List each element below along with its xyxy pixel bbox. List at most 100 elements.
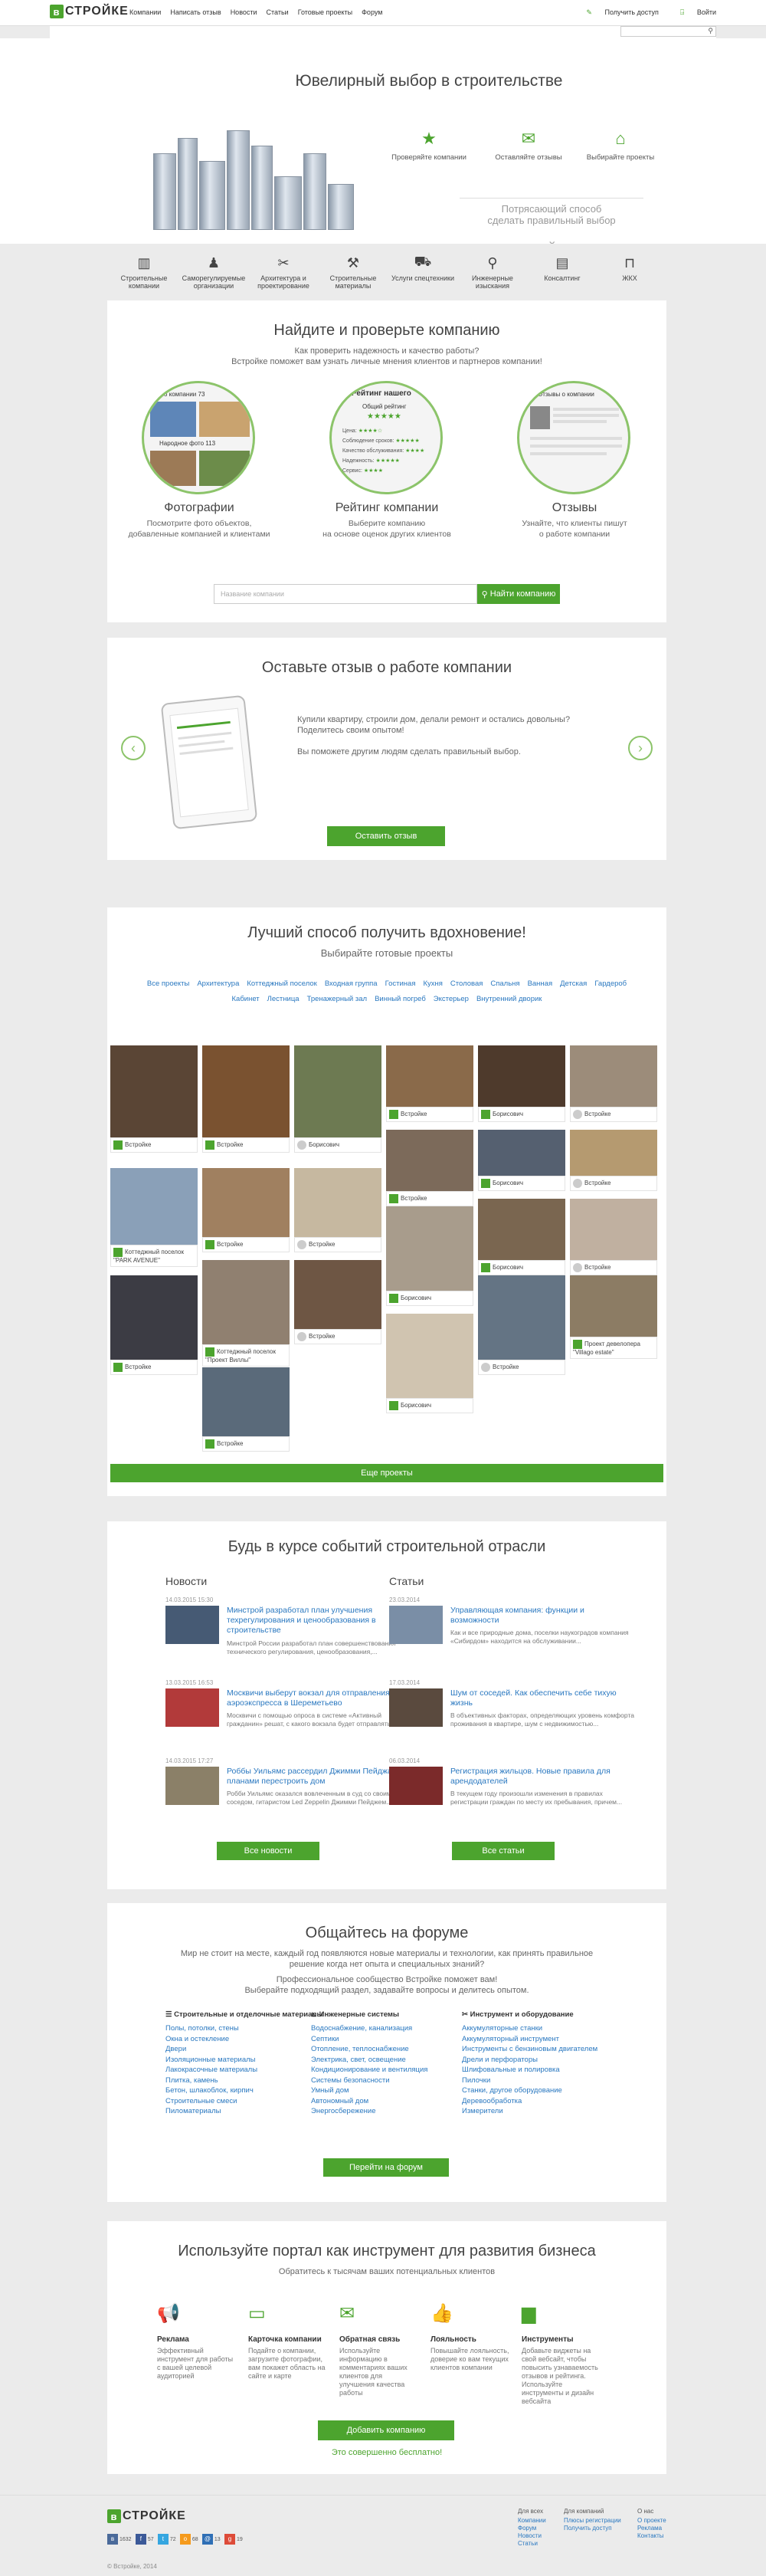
project-photo[interactable] (110, 1168, 198, 1245)
forum-topic-link[interactable]: Дрели и перфораторы (462, 2055, 630, 2066)
login-link[interactable]: ⍈ Войти (669, 8, 716, 16)
project-tag[interactable]: Ванная (528, 980, 553, 988)
project-photo[interactable] (110, 1275, 198, 1360)
project-tag[interactable]: Детская (560, 980, 587, 988)
forum-topic-link[interactable]: Инструменты с бензиновым двигателем (462, 2044, 630, 2055)
project-tag[interactable]: Гостиная (385, 980, 416, 988)
forum-topic-link[interactable]: Шлифовальные и полировка (462, 2065, 630, 2076)
category-construction[interactable]: ▥ Строительные компании (111, 254, 177, 290)
footer-link[interactable]: О проекте (637, 2517, 676, 2525)
project-tag[interactable]: Кухня (423, 980, 442, 988)
project-photo[interactable] (294, 1168, 381, 1237)
forum-topic-link[interactable]: Окна и остекление (165, 2034, 334, 2045)
all-news-button[interactable]: Все новости (217, 1842, 319, 1860)
footer-link[interactable]: Реклама (637, 2525, 676, 2532)
category-machinery[interactable]: ⛟ Услуги спецтехники (390, 254, 456, 282)
project-tag[interactable]: Тренажерный зал (307, 995, 368, 1003)
google-plus-icon[interactable]: g (224, 2534, 235, 2545)
go-to-forum-button[interactable]: Перейти на форум (323, 2158, 449, 2177)
project-photo[interactable] (478, 1275, 565, 1360)
footer-link[interactable]: Статьи (518, 2540, 564, 2548)
odnoklassniki-icon[interactable]: о (179, 2534, 191, 2545)
forum-topic-link[interactable]: Пилочки (462, 2076, 630, 2086)
project-tag[interactable]: Все проекты (147, 980, 189, 988)
project-photo[interactable] (570, 1130, 657, 1176)
category-architecture[interactable]: ✂ Архитектура и проектирование (250, 254, 316, 290)
forum-topic-link[interactable]: Кондиционирование и вентиляция (311, 2065, 480, 2076)
forum-topic-link[interactable]: Строительные смеси (165, 2096, 334, 2107)
facebook-icon[interactable]: f (135, 2534, 146, 2545)
footer-link[interactable]: Форум (518, 2525, 564, 2532)
project-photo[interactable] (202, 1168, 290, 1237)
forum-topic-link[interactable]: Аккумуляторный инструмент (462, 2034, 630, 2045)
project-tag[interactable]: Архитектура (197, 980, 239, 988)
footer-link[interactable]: Плюсы регистрации (564, 2517, 633, 2525)
category-surveys[interactable]: ⚲ Инженерные изыскания (460, 254, 525, 290)
footer-link[interactable]: Получить доступ (564, 2525, 633, 2532)
more-projects-button[interactable]: Еще проекты (110, 1464, 663, 1482)
project-photo[interactable] (570, 1045, 657, 1107)
leave-review-button[interactable]: Оставить отзыв (327, 826, 445, 846)
vk-icon[interactable]: в (107, 2534, 118, 2545)
project-photo[interactable] (294, 1045, 381, 1137)
nav-forum[interactable]: Форум (362, 8, 382, 16)
get-access-link[interactable]: ✎ Получить доступ (575, 8, 658, 16)
category-materials[interactable]: ⚒ Строительные материалы (320, 254, 386, 290)
project-photo[interactable] (386, 1130, 473, 1191)
category-consulting[interactable]: ▤ Консалтинг (529, 254, 595, 283)
project-photo[interactable] (478, 1130, 565, 1176)
forum-topic-link[interactable]: Электрика, свет, освещение (311, 2055, 480, 2066)
forum-topic-link[interactable]: Пиломатериалы (165, 2106, 334, 2117)
project-tag[interactable]: Гардероб (594, 980, 627, 988)
project-photo[interactable] (570, 1275, 657, 1337)
forum-topic-link[interactable]: Отопление, теплоснабжение (311, 2044, 480, 2055)
article-title-link[interactable]: Регистрация жильцов. Новые правила для а… (450, 1767, 634, 1787)
footer-logo[interactable]: в СТРОЙКЕ (107, 2509, 186, 2523)
project-tag[interactable]: Спальня (490, 980, 519, 988)
footer-link[interactable]: Контакты (637, 2532, 676, 2540)
company-search-input[interactable]: Название компании (214, 584, 477, 604)
forum-topic-link[interactable]: Энергосбережение (311, 2106, 480, 2117)
forum-topic-link[interactable]: Лакокрасочные материалы (165, 2065, 334, 2076)
forum-topic-link[interactable]: Умный дом (311, 2085, 480, 2096)
forum-topic-link[interactable]: Системы безопасности (311, 2076, 480, 2086)
nav-news[interactable]: Новости (231, 8, 257, 16)
add-company-button[interactable]: Добавить компанию (318, 2420, 454, 2440)
project-photo[interactable] (386, 1314, 473, 1398)
project-tag[interactable]: Коттеджный поселок (247, 980, 316, 988)
forum-topic-link[interactable]: Измерители (462, 2106, 630, 2117)
footer-link[interactable]: Новости (518, 2532, 564, 2540)
category-utilities[interactable]: ⊓ ЖКХ (597, 254, 663, 283)
mailru-icon[interactable]: @ (201, 2534, 213, 2545)
project-photo[interactable] (202, 1260, 290, 1344)
project-photo[interactable] (202, 1045, 290, 1137)
forum-topic-link[interactable]: Бетон, шлакоблок, кирпич (165, 2085, 334, 2096)
project-tag[interactable]: Внутренний дворик (476, 995, 542, 1003)
nav-projects[interactable]: Готовые проекты (298, 8, 352, 16)
category-sro[interactable]: ♟ Саморегулируемые организации (181, 254, 247, 290)
news-title-link[interactable]: Роббы Уильямс рассердил Джимми Пейджа пл… (227, 1767, 411, 1787)
project-tag[interactable]: Входная группа (325, 980, 378, 988)
article-title-link[interactable]: Шум от соседей. Как обеспечить себе тиху… (450, 1688, 634, 1708)
project-photo[interactable] (110, 1045, 198, 1137)
forum-topic-link[interactable]: Септики (311, 2034, 480, 2045)
twitter-icon[interactable]: t (157, 2534, 169, 2545)
article-title-link[interactable]: Управляющая компания: функции и возможно… (450, 1606, 634, 1626)
project-tag[interactable]: Лестница (267, 995, 300, 1003)
project-photo[interactable] (570, 1199, 657, 1260)
project-photo[interactable] (478, 1199, 565, 1260)
forum-topic-link[interactable]: Полы, потолки, стены (165, 2023, 334, 2034)
project-photo[interactable] (294, 1260, 381, 1329)
news-title-link[interactable]: Минстрой разработал план улучшения техре… (227, 1606, 411, 1636)
project-tag[interactable]: Столовая (450, 980, 483, 988)
project-photo[interactable] (386, 1045, 473, 1107)
footer-link[interactable]: Компании (518, 2517, 564, 2525)
project-photo[interactable] (386, 1206, 473, 1291)
project-tag[interactable]: Экстерьер (434, 995, 469, 1003)
forum-topic-link[interactable]: Автономный дом (311, 2096, 480, 2107)
forum-topic-link[interactable]: Изоляционные материалы (165, 2055, 334, 2066)
forum-topic-link[interactable]: Плитка, камень (165, 2076, 334, 2086)
project-photo[interactable] (478, 1045, 565, 1107)
forum-topic-link[interactable]: Станки, другое оборудование (462, 2085, 630, 2096)
forum-topic-link[interactable]: Аккумуляторные станки (462, 2023, 630, 2034)
